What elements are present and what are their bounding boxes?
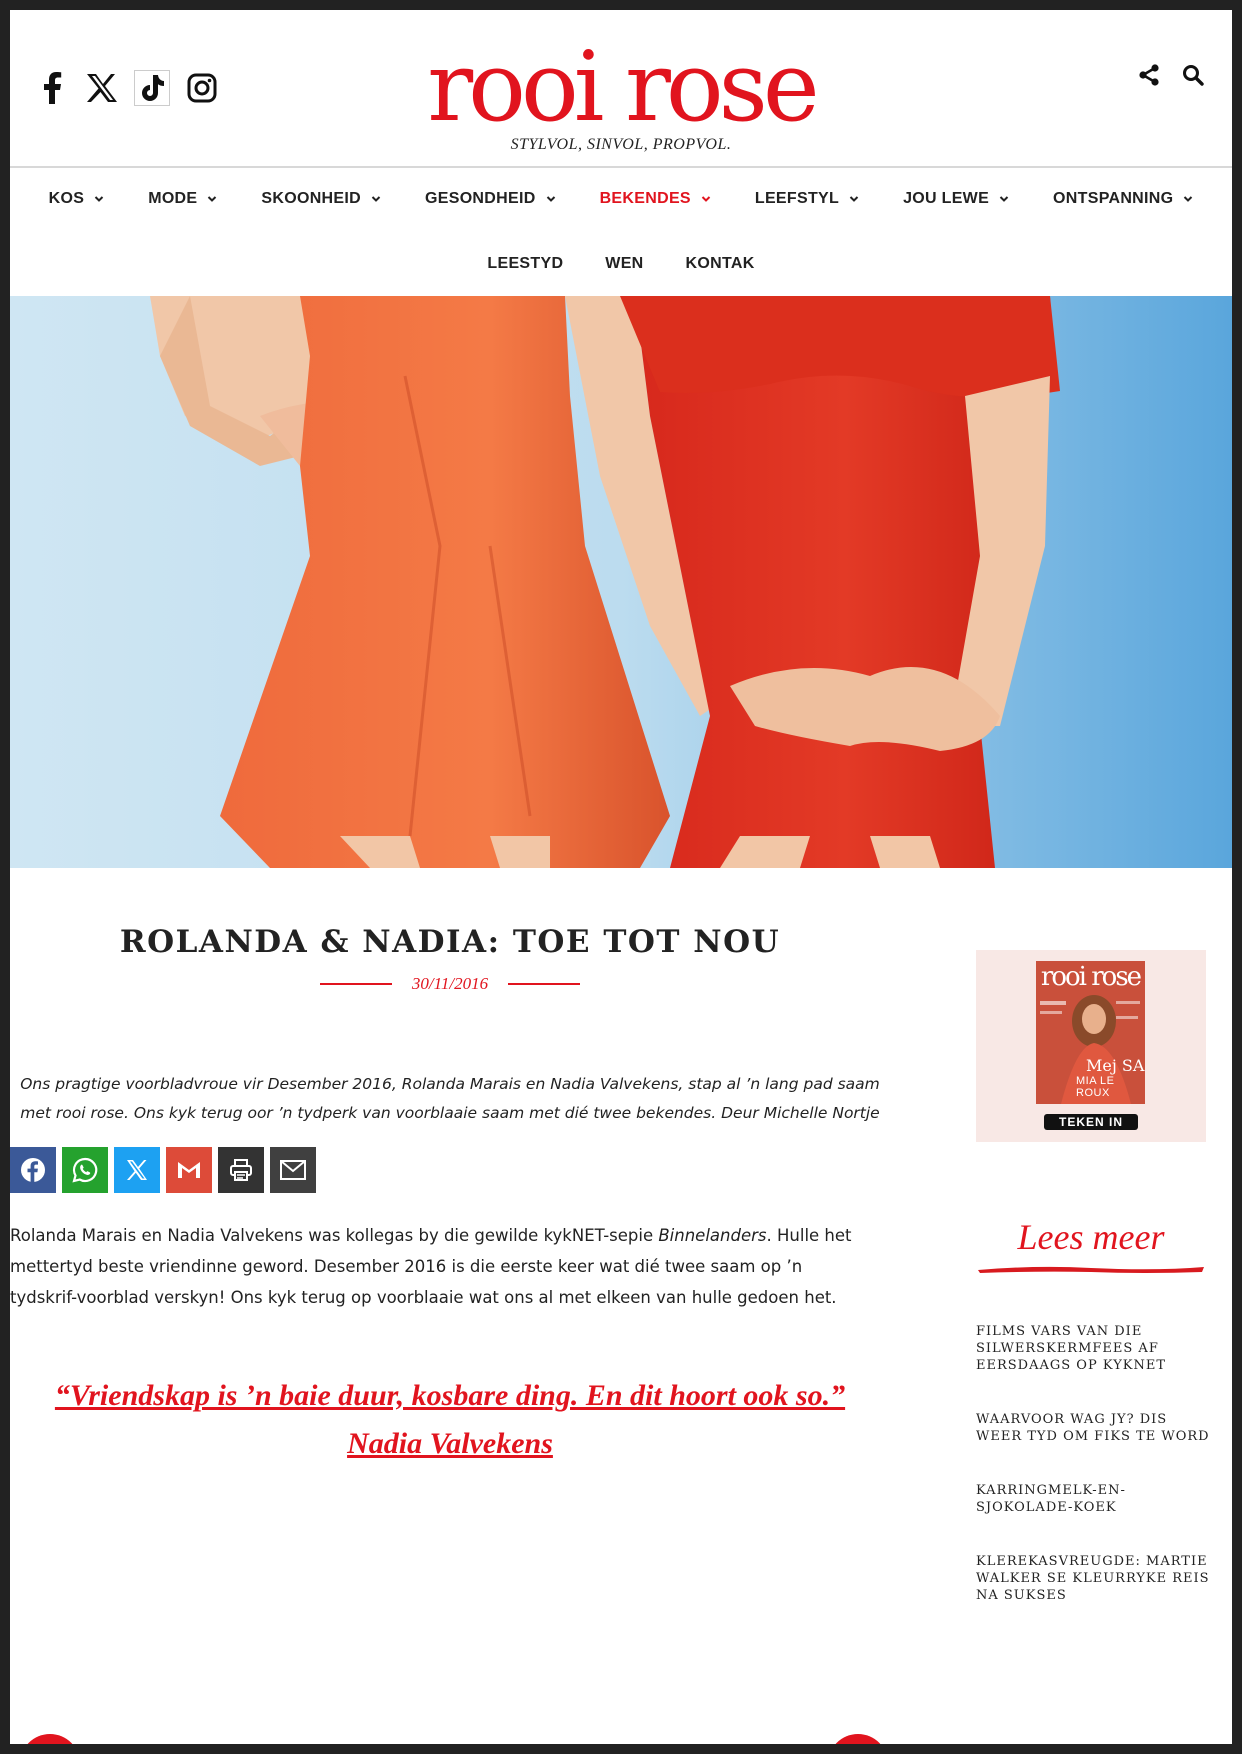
header-divider: [10, 166, 1232, 168]
email-icon: [280, 1160, 306, 1180]
nav-label: MODE: [148, 190, 198, 207]
print-icon: [230, 1159, 252, 1181]
date-divider: [508, 983, 581, 985]
brush-stroke: [978, 1266, 1204, 1273]
site-logo[interactable]: rooi rose STYLVOL, SINVOL, PROPVOL.: [10, 31, 1232, 154]
lees-meer-list: FILMS VARS VAN DIE SILWERSKERMFEES AF EE…: [976, 1323, 1212, 1641]
nav-item-kos[interactable]: KOS: [27, 188, 127, 210]
tagline: STYLVOL, SINVOL, PROPVOL.: [510, 136, 732, 153]
share-print-button[interactable]: [218, 1147, 264, 1193]
magazine-cover: rooi rose Mej SA MIA LE ROUX: [1036, 961, 1145, 1104]
date-row: 30/11/2016: [10, 974, 890, 994]
subscribe-button[interactable]: TEKEN IN: [1044, 1114, 1138, 1130]
nav-item-skoonheid[interactable]: SKOONHEID: [239, 188, 403, 210]
chevron-down-icon: [546, 196, 555, 202]
header-tools: [1136, 62, 1206, 88]
article-date: 30/11/2016: [411, 974, 489, 993]
nav-item-wen[interactable]: WEN: [584, 253, 664, 275]
nav-circle-next[interactable]: [828, 1734, 888, 1744]
nav-item-kontak[interactable]: KONTAK: [665, 253, 776, 275]
nav-item-mode[interactable]: MODE: [126, 188, 239, 210]
chevron-down-icon: [1184, 196, 1193, 202]
hero-image: [10, 296, 1232, 868]
chevron-down-icon: [94, 196, 104, 202]
share-email-button[interactable]: [270, 1147, 316, 1193]
lees-meer-item[interactable]: WAARVOOR WAG JY? DIS WEER TYD OM FIKS TE…: [976, 1411, 1212, 1445]
nav-item-leefstyl[interactable]: LEEFSTYL: [733, 188, 881, 210]
nav-item-gesondheid[interactable]: GESONDHEID: [403, 188, 578, 210]
nav-item-jou-lewe[interactable]: JOU LEWE: [881, 188, 1031, 210]
chevron-down-icon: [849, 196, 859, 202]
nav-label: LEEFSTYL: [754, 190, 840, 207]
whatsapp-icon: [72, 1157, 98, 1183]
nav-item-bekendes[interactable]: BEKENDES: [578, 188, 733, 210]
cover-logo: rooi rose: [1040, 962, 1142, 992]
share-icon[interactable]: [1136, 62, 1162, 88]
nav-label: GESONDHEID: [425, 190, 536, 207]
date-divider: [319, 983, 392, 985]
gmail-icon: [178, 1162, 200, 1178]
nav-label: BEKENDES: [599, 190, 691, 207]
article-body: Rolanda Marais en Nadia Valvekens was ko…: [10, 1220, 870, 1313]
pull-quote[interactable]: “Vriendskap is ’n baie duur, kosbare din…: [10, 1372, 890, 1468]
chevron-down-icon: [208, 196, 217, 202]
search-icon[interactable]: [1180, 62, 1206, 88]
article-intro: Ons pragtige voorbladvroue vir Desember …: [20, 1075, 880, 1122]
nav-label: ONTSPANNING: [1053, 190, 1174, 207]
secondary-nav: LEESTYD WEN KONTAK: [10, 253, 1232, 275]
show-title: Binnelanders: [658, 1226, 767, 1245]
logo-text: rooi rose: [427, 31, 819, 143]
chevron-down-icon: [999, 196, 1009, 202]
share-bar: [10, 1147, 316, 1193]
page: rooi rose STYLVOL, SINVOL, PROPVOL. KOS …: [10, 10, 1232, 1744]
chevron-down-icon: [371, 196, 381, 202]
cover-headline: Mej SA: [1086, 1056, 1145, 1075]
lees-meer-heading: Lees meer: [1017, 1217, 1165, 1257]
share-gmail-button[interactable]: [166, 1147, 212, 1193]
lees-meer-item[interactable]: KLEREKASVREUGDE: MARTIE WALKER SE KLEURR…: [976, 1553, 1212, 1604]
nav-label: KOS: [48, 190, 85, 207]
share-x-button[interactable]: [114, 1147, 160, 1193]
magazine-subscribe-widget[interactable]: rooi rose Mej SA MIA LE ROUX TEKEN IN: [976, 950, 1206, 1142]
main-nav: KOS MODE SKOONHEID GESONDHEID BEKENDES L…: [10, 188, 1232, 210]
cover-subheadline: MIA LE ROUX: [1076, 1075, 1115, 1099]
lees-meer-item[interactable]: FILMS VARS VAN DIE SILWERSKERMFEES AF EE…: [976, 1323, 1212, 1374]
facebook-icon: [21, 1158, 45, 1182]
nav-label: JOU LEWE: [903, 190, 990, 207]
nav-circle-prev[interactable]: [20, 1734, 80, 1744]
share-whatsapp-button[interactable]: [62, 1147, 108, 1193]
nav-item-ontspanning[interactable]: ONTSPANNING: [1031, 188, 1215, 210]
nav-label: SKOONHEID: [261, 190, 361, 207]
share-facebook-button[interactable]: [10, 1147, 56, 1193]
article-title: ROLANDA & NADIA: TOE TOT NOU: [119, 924, 781, 960]
body-text: Rolanda Marais en Nadia Valvekens was ko…: [10, 1226, 659, 1245]
nav-item-leestyd[interactable]: LEESTYD: [466, 253, 584, 275]
chevron-down-icon: [701, 196, 711, 202]
lees-meer-item[interactable]: KARRINGMELK-EN-SJOKOLADE-KOEK: [976, 1482, 1212, 1516]
x-icon: [127, 1160, 147, 1180]
